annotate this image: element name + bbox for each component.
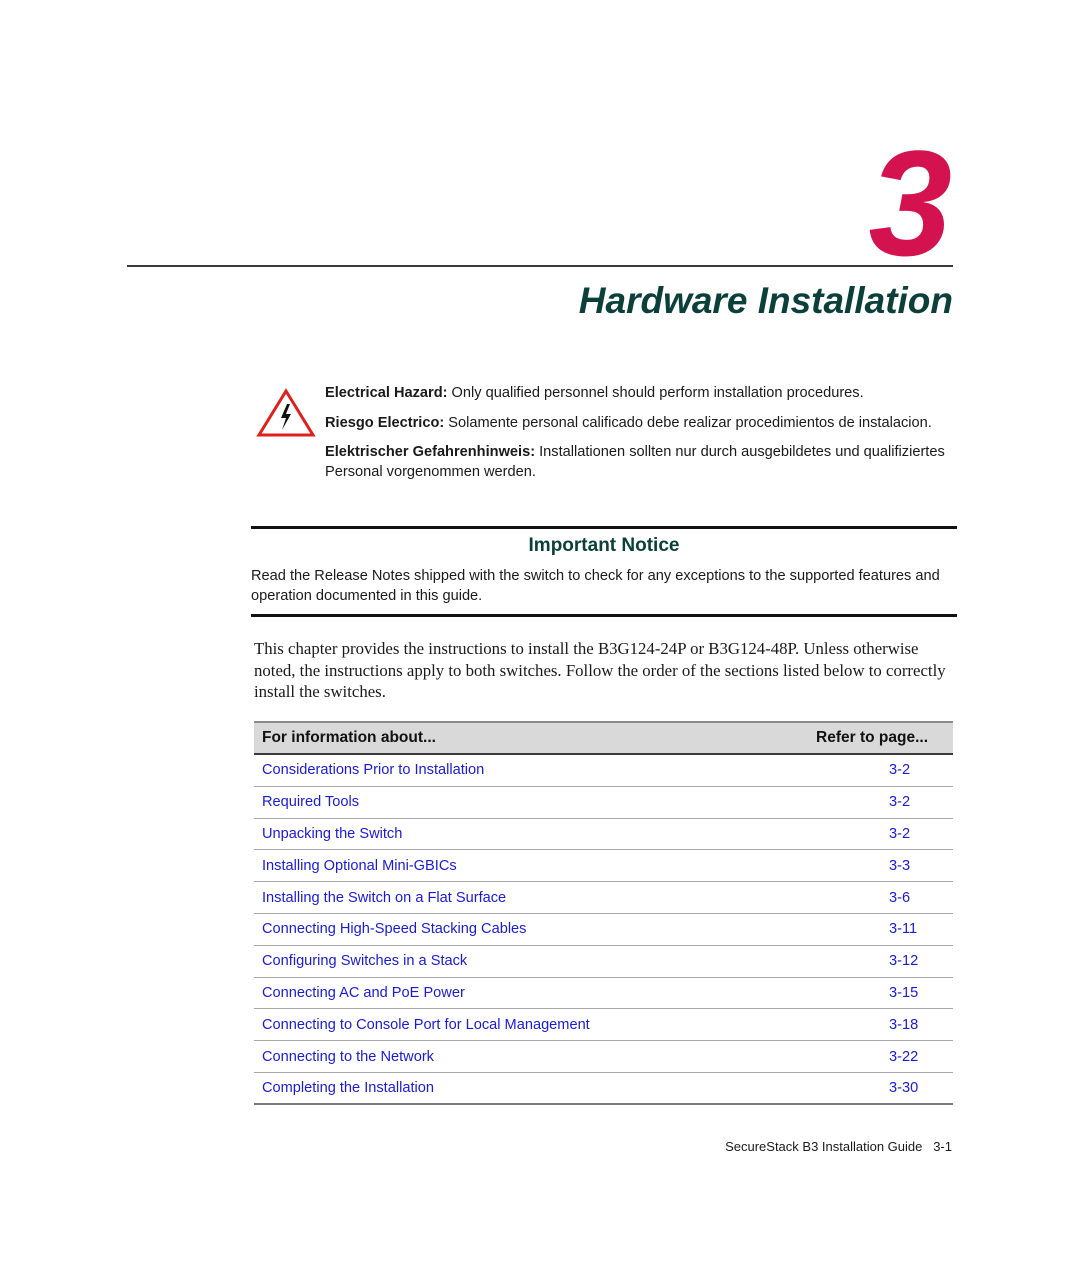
- table-row: Installing the Switch on a Flat Surface 3…: [254, 882, 953, 914]
- section-link[interactable]: Installing Optional Mini-GBICs: [254, 858, 457, 874]
- table-row: Considerations Prior to Installation 3-2: [254, 755, 953, 787]
- page-reference-link[interactable]: 3-11: [889, 921, 949, 937]
- notice-divider-bottom: [251, 614, 957, 617]
- hazard-notice-de: Elektrischer Gefahrenhinweis: Installati…: [325, 443, 945, 482]
- hazard-message: Only qualified personnel should perform …: [447, 385, 864, 401]
- table-row: Connecting AC and PoE Power 3-15: [254, 978, 953, 1010]
- header-topic: For information about...: [262, 729, 436, 746]
- table-row: Configuring Switches in a Stack 3-12: [254, 946, 953, 978]
- page-reference-link[interactable]: 3-2: [889, 826, 949, 842]
- hazard-label: Electrical Hazard:: [325, 385, 448, 401]
- chapter-intro-paragraph: This chapter provides the instructions t…: [254, 639, 946, 701]
- table-row: Installing Optional Mini-GBICs 3-3: [254, 850, 953, 883]
- footer-guide-title: SecureStack B3 Installation Guide: [725, 1139, 923, 1154]
- section-link[interactable]: Connecting to the Network: [254, 1049, 434, 1065]
- table-row: Required Tools 3-2: [254, 787, 953, 819]
- chapter-divider: [127, 265, 953, 267]
- page-reference-link[interactable]: 3-30: [889, 1080, 949, 1096]
- chapter-title: Hardware Installation: [578, 280, 953, 321]
- important-notice-body: Read the Release Notes shipped with the …: [251, 568, 940, 604]
- section-link[interactable]: Unpacking the Switch: [254, 826, 402, 842]
- footer-page-number: 3-1: [933, 1139, 952, 1154]
- table-row: Connecting to the Network 3-22: [254, 1041, 953, 1073]
- section-reference-table: For information about... Refer to page..…: [254, 721, 953, 1105]
- hazard-label: Elektrischer Gefahrenhinweis:: [325, 444, 536, 460]
- important-notice-title: Important Notice: [528, 535, 680, 556]
- hazard-label: Riesgo Electrico:: [325, 414, 445, 431]
- page-reference-link[interactable]: 3-6: [889, 890, 949, 906]
- section-link[interactable]: Completing the Installation: [254, 1080, 434, 1096]
- page-reference-link[interactable]: 3-18: [889, 1017, 949, 1033]
- hazard-message: Solamente personal calificado debe reali…: [444, 414, 932, 431]
- section-link[interactable]: Configuring Switches in a Stack: [254, 953, 467, 969]
- section-link[interactable]: Connecting High-Speed Stacking Cables: [254, 921, 526, 937]
- page-reference-link[interactable]: 3-15: [889, 985, 949, 1001]
- table-header: For information about... Refer to page..…: [254, 721, 953, 755]
- table-body: Considerations Prior to Installation 3-2 R…: [254, 755, 953, 1105]
- page-reference-link[interactable]: 3-3: [889, 858, 949, 874]
- table-row: Completing the Installation 3-30: [254, 1073, 953, 1105]
- header-page: Refer to page...: [816, 729, 928, 746]
- hazard-text-block: Electrical Hazard: Only qualified person…: [325, 384, 945, 492]
- table-row: Connecting High-Speed Stacking Cables 3-1…: [254, 914, 953, 946]
- page-reference-link[interactable]: 3-22: [889, 1049, 949, 1065]
- hazard-notice-en: Electrical Hazard: Only qualified person…: [325, 384, 945, 404]
- page-footer: SecureStack B3 Installation Guide 3-1: [725, 1139, 952, 1155]
- page-reference-link[interactable]: 3-12: [889, 953, 949, 969]
- section-link[interactable]: Required Tools: [254, 794, 359, 810]
- table-row: Connecting to Console Port for Local Man…: [254, 1009, 953, 1042]
- section-link[interactable]: Considerations Prior to Installation: [254, 762, 484, 778]
- table-row: Unpacking the Switch 3-2: [254, 819, 953, 851]
- section-link[interactable]: Installing the Switch on a Flat Surface: [254, 890, 506, 906]
- hazard-notice-es: Riesgo Electrico: Solamente personal cal…: [325, 414, 945, 434]
- chapter-number: 3: [868, 119, 952, 287]
- electrical-hazard-warning-icon: [256, 388, 316, 437]
- notice-divider-top: [251, 526, 957, 529]
- section-link[interactable]: Connecting AC and PoE Power: [254, 985, 465, 1001]
- page-reference-link[interactable]: 3-2: [889, 762, 949, 778]
- page-reference-link[interactable]: 3-2: [889, 794, 949, 810]
- section-link[interactable]: Connecting to Console Port for Local Man…: [254, 1017, 590, 1033]
